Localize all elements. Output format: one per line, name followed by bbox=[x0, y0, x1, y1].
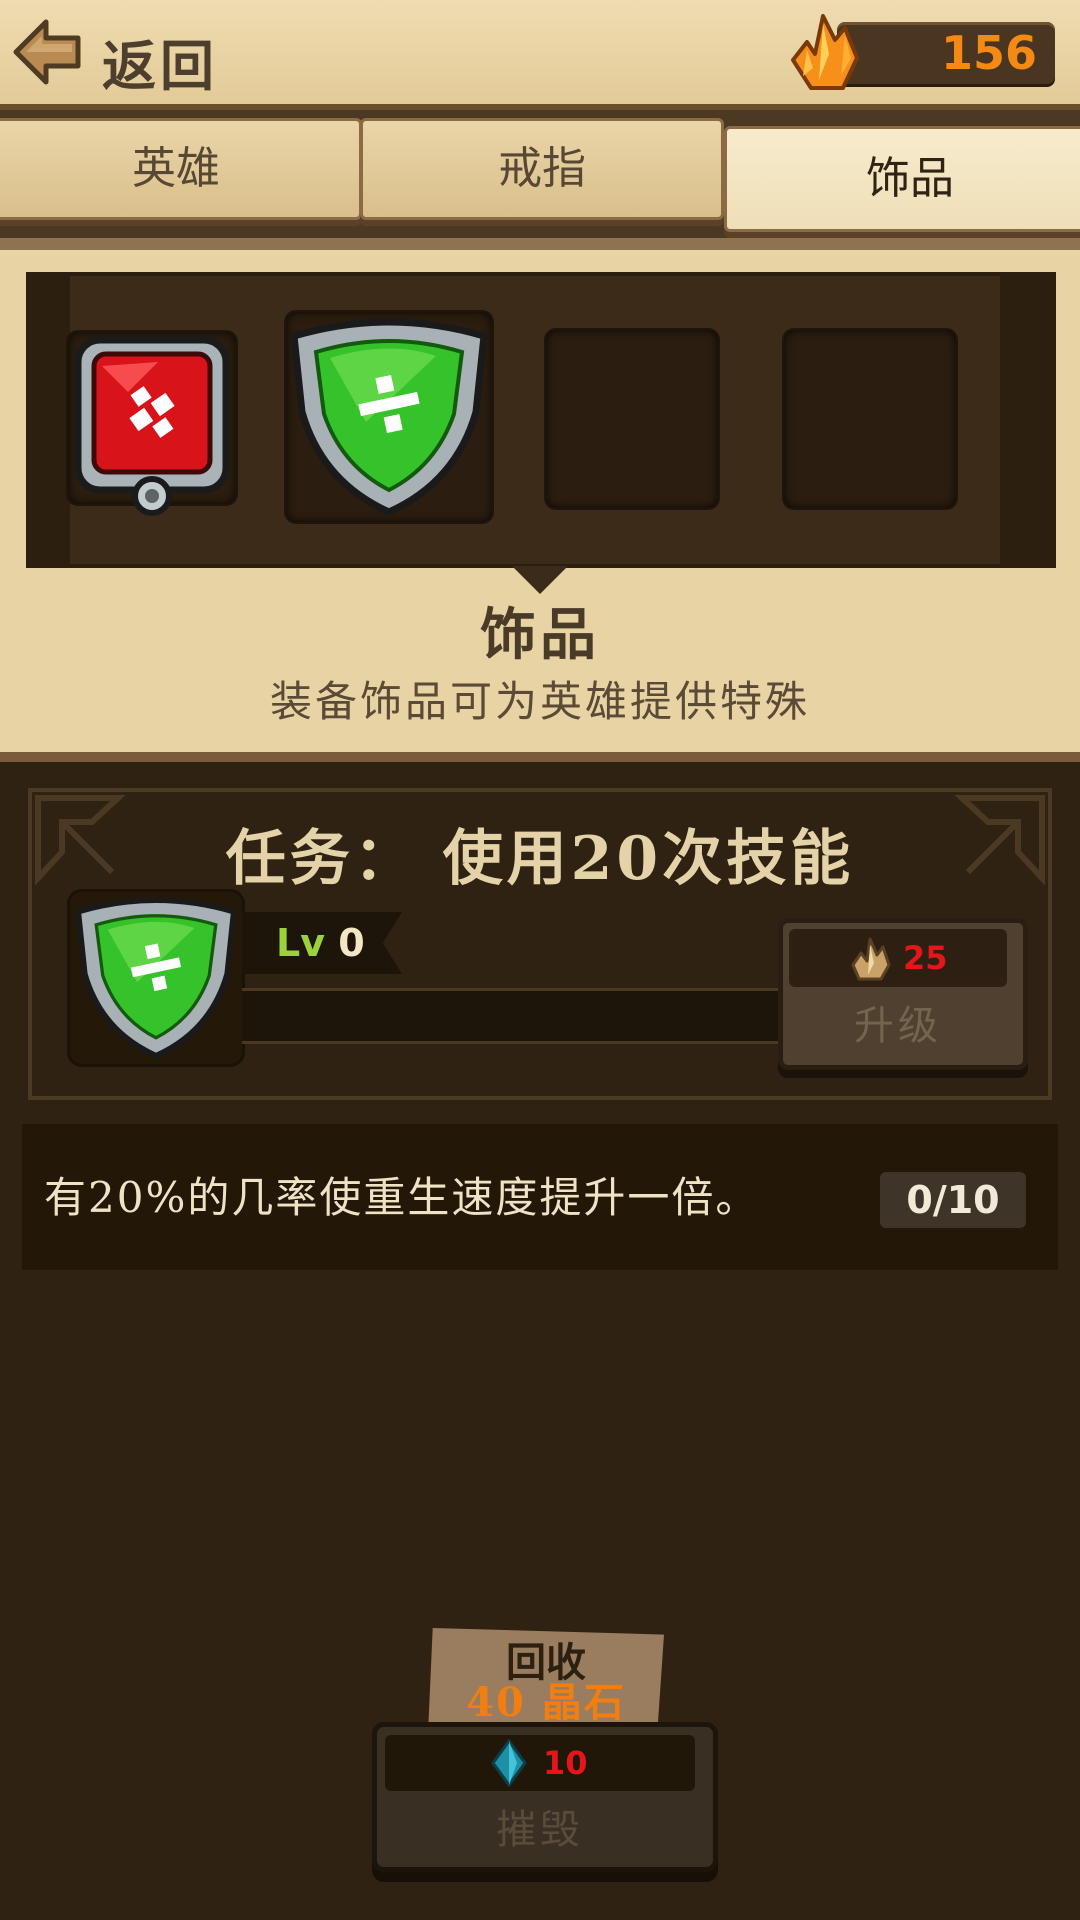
level-indicator: Lv 0 bbox=[276, 912, 365, 974]
back-arrow-icon bbox=[13, 19, 81, 85]
tab-trinket[interactable]: 饰品 bbox=[724, 126, 1080, 232]
red-amulet-icon bbox=[74, 336, 230, 516]
category-title: 饰品 bbox=[480, 602, 600, 668]
upgrade-label: 升级 bbox=[854, 1003, 942, 1049]
orange-crystal-icon bbox=[791, 14, 859, 90]
green-shield-icon bbox=[290, 318, 488, 516]
destroy-cost-bar bbox=[385, 1735, 695, 1791]
quest-title-prefix: 任务： bbox=[225, 824, 418, 894]
effect-progress-badge: 0/10 bbox=[880, 1172, 1026, 1228]
destroy-label: 摧毁 bbox=[496, 1807, 584, 1853]
quest-progress-bar bbox=[242, 988, 782, 1044]
quest-title: 任务： 使用20次技能 bbox=[0, 810, 1080, 897]
crystal-count: 156 bbox=[940, 26, 1037, 80]
blue-gem-icon bbox=[491, 1739, 527, 1787]
shelf-post-right bbox=[1000, 272, 1056, 568]
inventory-slot-2[interactable] bbox=[286, 312, 492, 522]
back-button[interactable]: 返回 bbox=[12, 14, 232, 98]
tab-divider bbox=[0, 238, 1080, 250]
inventory-shelf bbox=[26, 272, 1056, 568]
inventory-slot-3-empty[interactable] bbox=[546, 330, 718, 508]
green-shield-icon bbox=[75, 897, 237, 1059]
back-label: 返回 bbox=[102, 34, 218, 98]
tab-hero[interactable]: 英雄 bbox=[0, 118, 362, 220]
inventory-slot-4-empty[interactable] bbox=[784, 330, 956, 508]
category-description: 装备饰品可为英雄提供特殊 bbox=[269, 677, 810, 726]
destroy-button[interactable]: 10 摧毁 bbox=[372, 1722, 718, 1872]
quest-title-text: 使用20次技能 bbox=[442, 824, 855, 894]
upgrade-button[interactable]: 25 升级 bbox=[778, 918, 1028, 1070]
panel-divider bbox=[0, 752, 1080, 762]
inventory-slot-1[interactable] bbox=[68, 332, 236, 516]
quest-item-frame bbox=[70, 892, 242, 1064]
crystal-counter: 156 bbox=[785, 10, 1060, 94]
level-value: 0 bbox=[338, 921, 365, 965]
tab-ring[interactable]: 戒指 bbox=[360, 118, 724, 220]
tab-bar: 英雄 戒指 饰品 bbox=[0, 110, 1080, 250]
recycle-reward: 40 晶石 bbox=[466, 1679, 626, 1726]
effect-description: 有20%的几率使重生速度提升一倍。 bbox=[44, 1173, 760, 1222]
level-prefix: Lv bbox=[276, 921, 325, 965]
upgrade-cost-bar bbox=[789, 929, 1007, 987]
upgrade-cost: 25 bbox=[903, 939, 948, 977]
destroy-cost: 10 bbox=[543, 1744, 588, 1782]
shelf-post-left bbox=[26, 272, 70, 568]
gold-crystal-icon bbox=[851, 937, 891, 981]
